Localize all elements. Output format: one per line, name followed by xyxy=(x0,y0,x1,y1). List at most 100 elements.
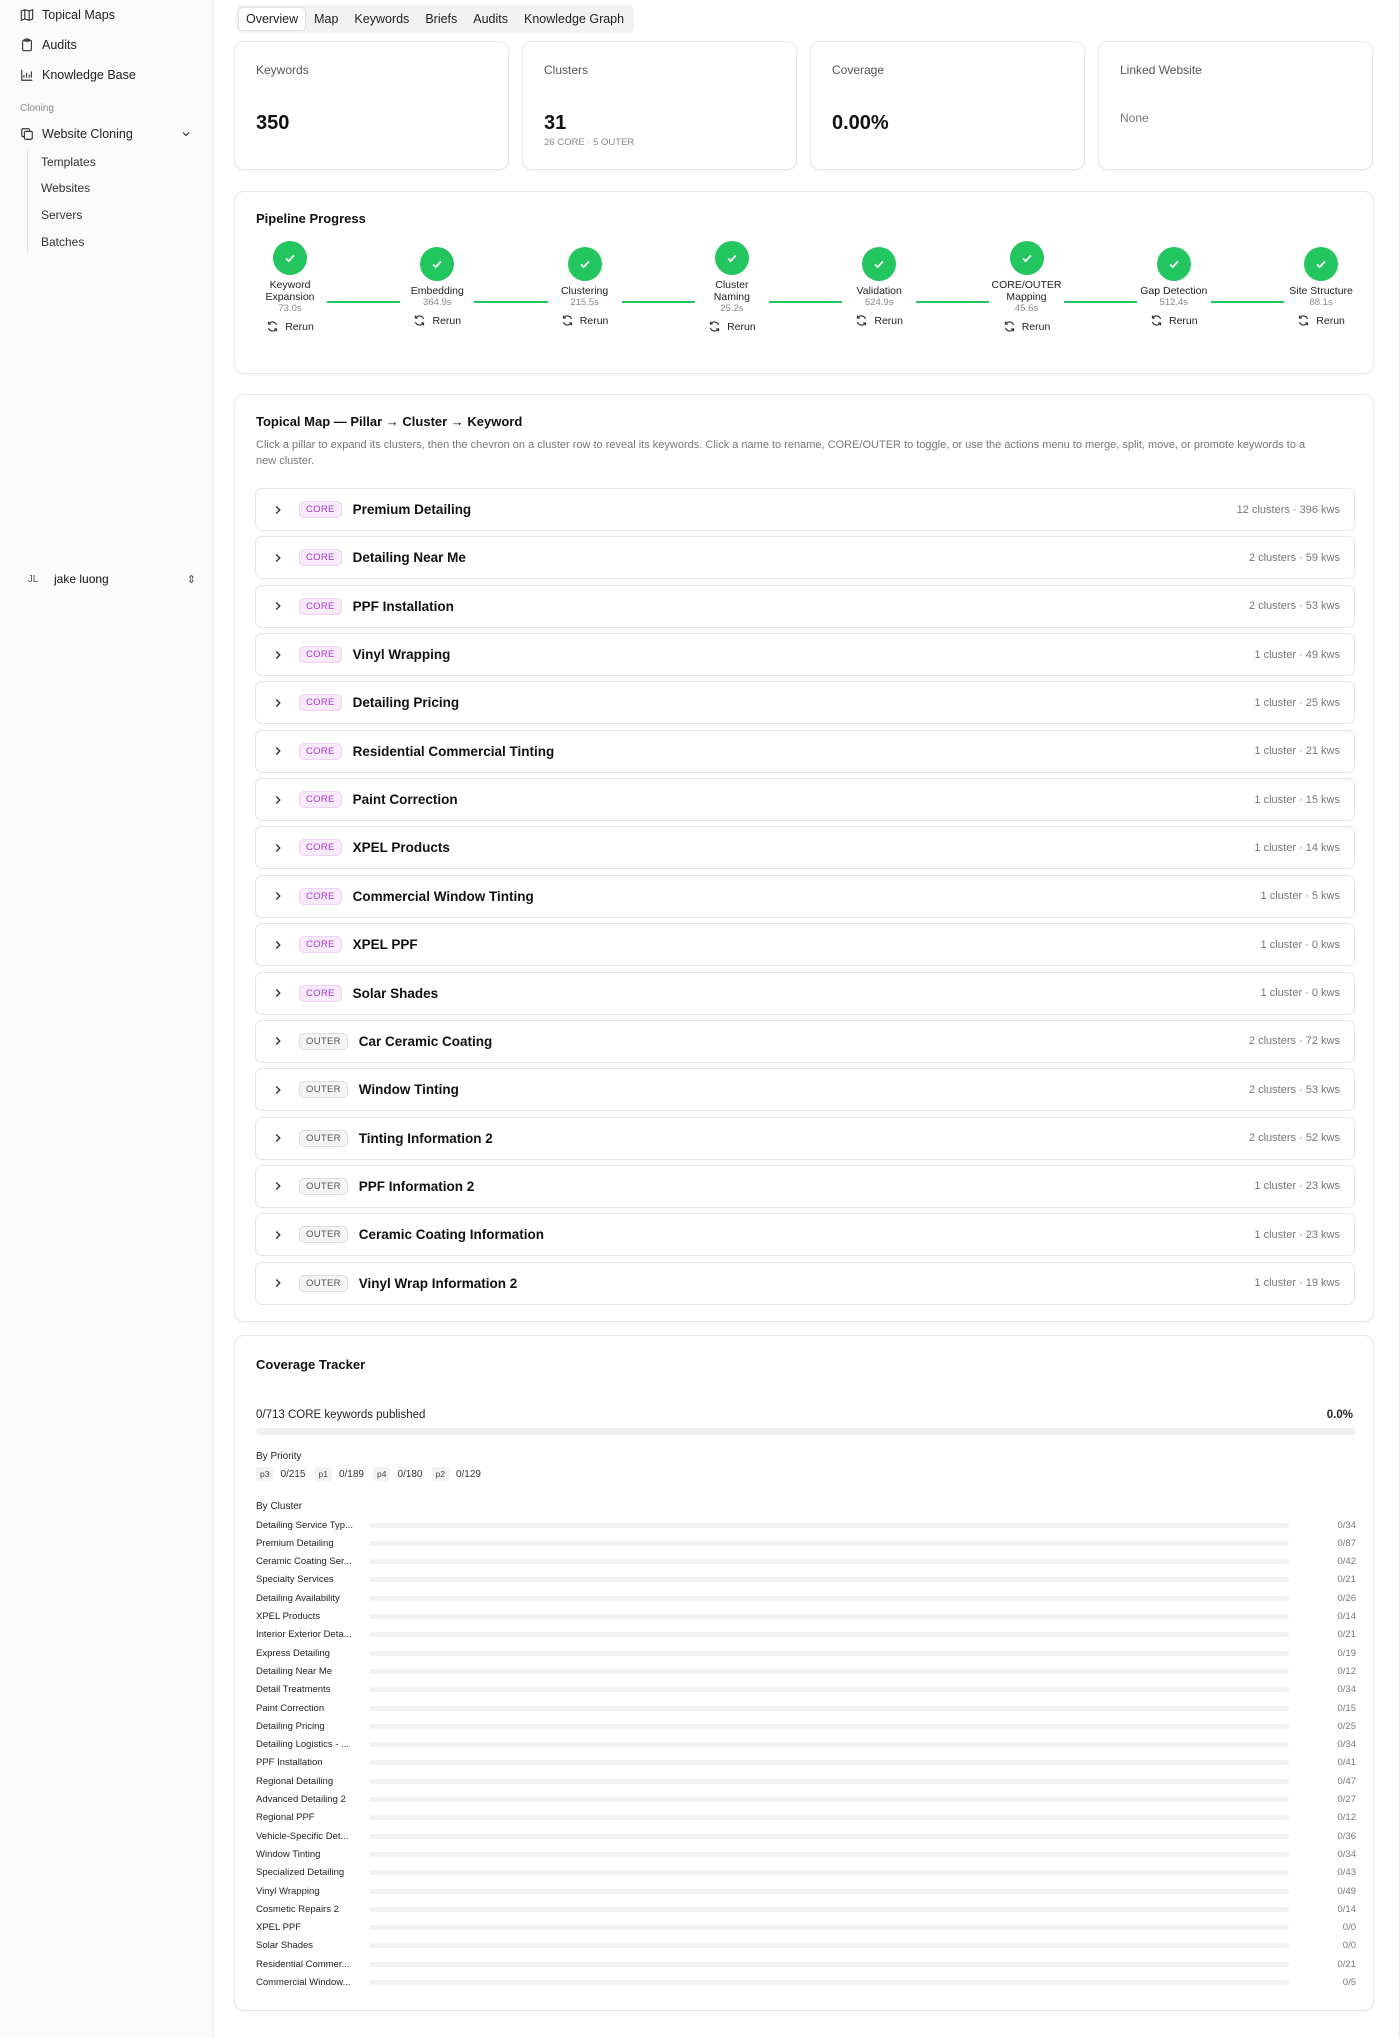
stat-card-linked-website: Linked Website None xyxy=(1098,41,1373,170)
chevron-right-icon[interactable] xyxy=(271,551,285,565)
sidebar-group-website-cloning[interactable]: Website Cloning xyxy=(20,127,192,141)
chevron-right-icon[interactable] xyxy=(271,696,285,710)
chevron-right-icon[interactable] xyxy=(271,889,285,903)
pillar-row[interactable]: CORE Residential Commercial Tinting 1 clus… xyxy=(255,729,1355,773)
cluster-name: Detailing Availability xyxy=(256,1592,340,1604)
pillar-row[interactable]: CORE Solar Shades 1 cluster · 0 kws xyxy=(255,971,1355,1015)
chevron-right-icon[interactable] xyxy=(271,986,285,1000)
pillar-row[interactable]: CORE PPF Installation 2 clusters · 53 kws xyxy=(255,584,1355,628)
pillar-row[interactable]: OUTER Window Tinting 2 clusters · 53 kws xyxy=(255,1068,1355,1112)
pillar-type-badge[interactable]: CORE xyxy=(299,984,342,1002)
pillar-type-badge[interactable]: OUTER xyxy=(299,1129,348,1147)
pillar-name[interactable]: Window Tinting xyxy=(359,1082,459,1097)
chevron-right-icon[interactable] xyxy=(271,1131,285,1145)
sidebar-subitem-templates[interactable]: Templates xyxy=(41,155,96,169)
pillar-row[interactable]: CORE Commercial Window Tinting 1 cluster ·… xyxy=(255,874,1355,918)
pillar-row[interactable]: CORE XPEL PPF 1 cluster · 0 kws xyxy=(255,923,1355,967)
pillar-type-badge[interactable]: CORE xyxy=(299,549,342,567)
pillar-type-badge[interactable]: CORE xyxy=(299,501,342,518)
chevron-right-icon[interactable] xyxy=(271,1179,285,1193)
pillar-row[interactable]: CORE Detailing Near Me 2 clusters · 59 kws xyxy=(255,536,1355,580)
tab-briefs[interactable]: Briefs xyxy=(418,8,464,30)
pillar-row[interactable]: CORE Premium Detailing 12 clusters · 396 k… xyxy=(255,488,1355,531)
pillar-name[interactable]: XPEL PPF xyxy=(353,937,418,952)
sidebar-item-audits[interactable]: Audits xyxy=(20,38,77,52)
tab-map[interactable]: Map xyxy=(307,8,345,30)
cluster-name: Vinyl Wrapping xyxy=(256,1885,320,1897)
pillar-type-badge[interactable]: CORE xyxy=(299,936,342,954)
pillar-name[interactable]: Vinyl Wrap Information 2 xyxy=(359,1276,518,1291)
pillar-name[interactable]: Ceramic Coating Information xyxy=(359,1227,544,1242)
pillar-name[interactable]: XPEL Products xyxy=(353,840,450,855)
chevron-down-icon[interactable] xyxy=(180,128,192,140)
rerun-button[interactable]: Rerun xyxy=(1119,314,1229,327)
chevron-right-icon[interactable] xyxy=(271,1276,285,1290)
user-menu[interactable]: JL jake luong ⇕ xyxy=(20,569,196,589)
pillar-row[interactable]: CORE XPEL Products 1 cluster · 14 kws xyxy=(255,826,1355,870)
tab-audits[interactable]: Audits xyxy=(466,8,515,30)
pillar-name[interactable]: Paint Correction xyxy=(353,792,458,807)
pillar-type-badge[interactable]: OUTER xyxy=(299,1032,348,1050)
pillar-type-badge[interactable]: OUTER xyxy=(299,1274,348,1292)
pillar-name[interactable]: Commercial Window Tinting xyxy=(353,889,534,904)
pillar-name[interactable]: Vinyl Wrapping xyxy=(353,647,451,662)
chevron-right-icon[interactable] xyxy=(271,1083,285,1097)
pillar-row[interactable]: OUTER Ceramic Coating Information 1 cluste… xyxy=(255,1213,1355,1257)
sidebar-subitem-servers[interactable]: Servers xyxy=(41,208,82,222)
sidebar-subitem-websites[interactable]: Websites xyxy=(41,181,90,195)
pillar-row[interactable]: CORE Vinyl Wrapping 1 cluster · 49 kws xyxy=(255,633,1355,677)
chevron-right-icon[interactable] xyxy=(271,599,285,613)
pillar-type-badge[interactable]: CORE xyxy=(299,742,342,760)
chevron-right-icon[interactable] xyxy=(271,503,285,517)
chevron-right-icon[interactable] xyxy=(271,841,285,855)
pillar-type-badge[interactable]: CORE xyxy=(299,887,342,905)
pillar-row[interactable]: OUTER Car Ceramic Coating 2 clusters · 72 … xyxy=(255,1019,1355,1063)
pillar-type-badge[interactable]: OUTER xyxy=(299,1226,348,1244)
tab-overview[interactable]: Overview xyxy=(239,8,306,30)
chevron-right-icon[interactable] xyxy=(271,648,285,662)
step-name: CORE/OUTER Mapping xyxy=(991,279,1062,303)
rerun-button[interactable]: Rerun xyxy=(235,320,345,333)
cluster-coverage-row: Specialized Detailing 0/43 xyxy=(256,1866,1356,1880)
pillar-row[interactable]: CORE Detailing Pricing 1 cluster · 25 kws xyxy=(255,681,1355,725)
pillar-name[interactable]: Car Ceramic Coating xyxy=(359,1034,493,1049)
rerun-button[interactable]: Rerun xyxy=(824,314,934,327)
pillar-name[interactable]: Solar Shades xyxy=(353,986,439,1001)
pillar-type-badge[interactable]: CORE xyxy=(299,646,342,664)
chevron-right-icon[interactable] xyxy=(271,1228,285,1242)
pillar-type-badge[interactable]: CORE xyxy=(299,839,342,857)
pillar-type-badge[interactable]: CORE xyxy=(299,597,342,615)
pillar-type-badge[interactable]: CORE xyxy=(299,694,342,712)
pillar-name[interactable]: Detailing Pricing xyxy=(353,695,460,710)
pillar-name[interactable]: Tinting Information 2 xyxy=(359,1131,493,1146)
pillar-row[interactable]: OUTER Tinting Information 2 2 clusters · 5… xyxy=(255,1116,1355,1160)
pillar-type-badge[interactable]: OUTER xyxy=(299,1081,348,1099)
tab-keywords[interactable]: Keywords xyxy=(347,8,416,30)
chevron-right-icon[interactable] xyxy=(271,744,285,758)
pillar-type-badge[interactable]: OUTER xyxy=(299,1177,348,1195)
rerun-button[interactable]: Rerun xyxy=(677,320,787,333)
sidebar-item-knowledge-base[interactable]: Knowledge Base xyxy=(20,68,136,82)
sidebar-subitem-batches[interactable]: Batches xyxy=(41,235,84,249)
sidebar-item-topical-maps[interactable]: Topical Maps xyxy=(20,8,115,22)
pillar-name[interactable]: Detailing Near Me xyxy=(353,550,466,565)
pillar-row[interactable]: CORE Paint Correction 1 cluster · 15 kws xyxy=(255,778,1355,822)
pillar-name[interactable]: Premium Detailing xyxy=(353,502,472,517)
pillar-name[interactable]: Residential Commercial Tinting xyxy=(353,744,555,759)
chevron-right-icon[interactable] xyxy=(271,1034,285,1048)
chevron-right-icon[interactable] xyxy=(271,938,285,952)
rerun-button[interactable]: Rerun xyxy=(1266,314,1376,327)
chevron-right-icon[interactable] xyxy=(271,793,285,807)
pipeline-step: Validation 524.9s Rerun xyxy=(824,247,934,327)
pillar-row[interactable]: OUTER Vinyl Wrap Information 2 1 cluster ·… xyxy=(255,1261,1355,1305)
pillar-row[interactable]: OUTER PPF Information 2 1 cluster · 23 kws xyxy=(255,1164,1355,1208)
pillar-type-badge[interactable]: CORE xyxy=(299,791,342,809)
pillar-name[interactable]: PPF Information 2 xyxy=(359,1179,475,1194)
rerun-button[interactable]: Rerun xyxy=(382,314,492,327)
cluster-coverage-row: Vinyl Wrapping 0/49 xyxy=(256,1884,1356,1898)
rerun-button[interactable]: Rerun xyxy=(972,320,1082,333)
rerun-button[interactable]: Rerun xyxy=(530,314,640,327)
pillar-name[interactable]: PPF Installation xyxy=(353,599,454,614)
tab-knowledge-graph[interactable]: Knowledge Graph xyxy=(517,8,631,30)
cluster-progress-bar xyxy=(369,1540,1289,1546)
